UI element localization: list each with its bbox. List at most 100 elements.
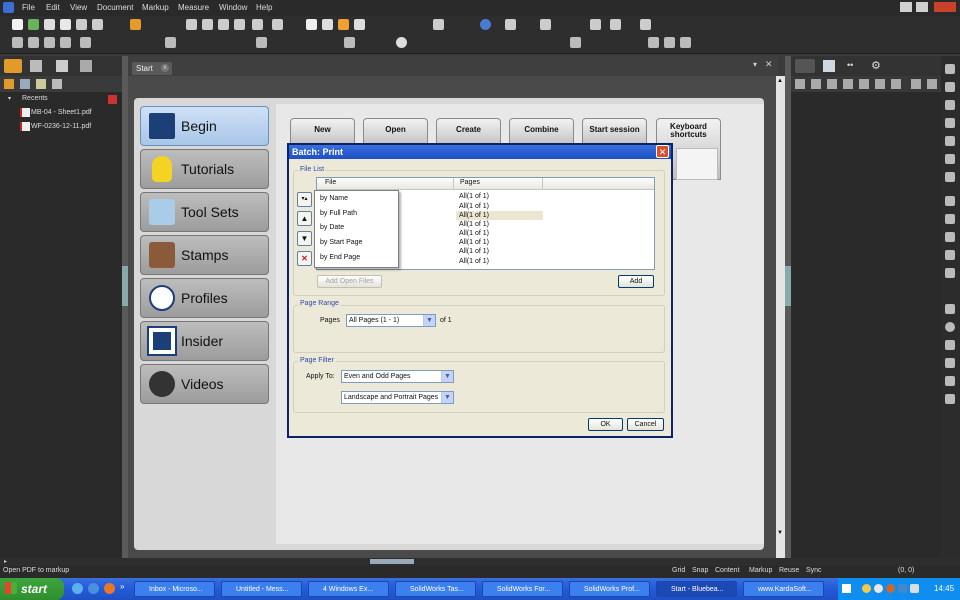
quicklaunch-ie-icon[interactable] xyxy=(72,583,83,594)
pan-hand-icon[interactable] xyxy=(338,19,349,30)
grid-toggle[interactable]: Grid xyxy=(672,567,685,574)
sort-by-start-page[interactable]: by Start Page xyxy=(320,239,362,246)
apply-to-select[interactable]: Even and Odd Pages ▼ xyxy=(341,370,454,383)
recents-header[interactable]: ▾ Recents xyxy=(0,94,122,106)
nav-videos[interactable]: Videos xyxy=(140,364,269,404)
task-button-kardasoft[interactable]: www.KardaSoft... xyxy=(743,581,824,597)
clear-recents-icon[interactable] xyxy=(108,95,117,104)
add-button[interactable]: Add xyxy=(618,275,654,288)
cut-icon[interactable] xyxy=(186,19,197,30)
pages-select[interactable]: All Pages (1 - 1) ▼ xyxy=(346,314,436,327)
text-align-center-icon[interactable] xyxy=(664,37,675,48)
nav-begin[interactable]: Begin xyxy=(140,106,269,146)
tray-icon-3[interactable] xyxy=(886,584,895,593)
undo-icon[interactable] xyxy=(252,19,263,30)
dialog-title-bar[interactable]: Batch: Print xyxy=(289,145,671,159)
list-item[interactable]: All(1 of 1) xyxy=(459,221,489,228)
minimize-button[interactable] xyxy=(900,2,912,12)
add-open-files-button[interactable]: Add Open Files xyxy=(317,275,382,288)
nav-stamps[interactable]: Stamps xyxy=(140,235,269,275)
tray-icon-1[interactable] xyxy=(862,584,871,593)
polygon-tool-icon[interactable] xyxy=(945,340,955,350)
tools-icon[interactable] xyxy=(52,79,62,89)
menu-measure[interactable]: Measure xyxy=(178,3,209,12)
quicklaunch-firefox-icon[interactable] xyxy=(104,583,115,594)
pen-tool-icon[interactable] xyxy=(945,154,955,164)
menu-help[interactable]: Help xyxy=(256,3,272,12)
measure-icon[interactable] xyxy=(505,19,516,30)
snap-toggle[interactable]: Snap xyxy=(692,567,708,574)
list-item[interactable]: All(1 of 1) xyxy=(459,193,489,200)
list-item[interactable]: All(1 of 1) xyxy=(459,239,489,246)
move-up-button[interactable]: ▲ xyxy=(297,211,312,226)
tray-icon-5[interactable] xyxy=(910,584,919,593)
email-icon[interactable] xyxy=(76,19,87,30)
flip-icon[interactable] xyxy=(165,37,176,48)
close-doc-icon[interactable]: ✕ xyxy=(765,59,773,70)
cloud-icon[interactable] xyxy=(610,19,621,30)
dimension-tool-icon[interactable] xyxy=(945,268,955,278)
task-button-bluebeam[interactable]: Start - Bluebea... xyxy=(656,581,737,597)
sort-by-date[interactable]: by Date xyxy=(320,224,344,231)
text-align-right-icon[interactable] xyxy=(680,37,691,48)
menu-markup[interactable]: Markup xyxy=(142,3,169,12)
vertical-scrollbar[interactable]: ▲ ▼ xyxy=(776,76,785,558)
task-button-untitled[interactable]: Untitled - Mess... xyxy=(221,581,302,597)
sort-button[interactable]: ▾▴ xyxy=(297,192,312,207)
task-button-solidworks-forum[interactable]: SolidWorks For... xyxy=(482,581,563,597)
recent-file-1[interactable]: MB-04 - Sheet1.pdf xyxy=(31,109,92,116)
pages-column-header[interactable]: Pages xyxy=(460,179,480,186)
markup-icon[interactable] xyxy=(130,19,141,30)
dropdown-arrow-icon[interactable]: ▼ xyxy=(441,392,453,403)
recent-file-2[interactable]: WF-0236-12-11.pdf xyxy=(31,123,91,130)
text-select-icon[interactable] xyxy=(322,19,333,30)
ok-button[interactable]: OK xyxy=(588,418,623,431)
delete-icon[interactable] xyxy=(234,19,245,30)
distribute-icon[interactable] xyxy=(60,37,71,48)
scroll-up-icon[interactable]: ▲ xyxy=(777,78,783,84)
layers-tab-icon[interactable] xyxy=(80,60,92,72)
text-align-left-icon[interactable] xyxy=(648,37,659,48)
align-right-icon[interactable] xyxy=(44,37,55,48)
scroll-down-icon[interactable]: ▼ xyxy=(777,530,783,536)
stamp-tool-icon[interactable] xyxy=(92,19,103,30)
tool-i-icon[interactable] xyxy=(927,79,937,89)
highlighter-tool-icon[interactable] xyxy=(945,172,955,182)
paste-icon[interactable] xyxy=(218,19,229,30)
favorites-icon[interactable] xyxy=(36,79,46,89)
task-button-windows-explorer[interactable]: 4 Windows Ex... xyxy=(308,581,389,597)
move-down-button[interactable]: ▼ xyxy=(297,231,312,246)
list-item[interactable]: All(1 of 1) xyxy=(459,248,489,255)
tab-close-icon[interactable]: x xyxy=(161,64,169,72)
list-item[interactable]: All(1 of 1) xyxy=(459,212,489,219)
start-button[interactable]: start xyxy=(0,578,64,600)
content-toggle[interactable]: Content xyxy=(715,567,740,574)
dialog-close-button[interactable]: ✕ xyxy=(656,145,669,158)
nav-tool-sets[interactable]: Tool Sets xyxy=(140,192,269,232)
thumbnails-tab-icon[interactable] xyxy=(56,60,68,72)
task-button-solidworks-tasks[interactable]: SolidWorks Tas... xyxy=(395,581,476,597)
tool-e-icon[interactable] xyxy=(859,79,869,89)
tool-c-icon[interactable] xyxy=(827,79,837,89)
menu-window[interactable]: Window xyxy=(219,3,247,12)
menu-edit[interactable]: Edit xyxy=(46,3,60,12)
dropdown-arrow-icon[interactable]: ▼ xyxy=(441,371,453,382)
menu-document[interactable]: Document xyxy=(97,3,133,12)
reuse-toggle[interactable]: Reuse xyxy=(779,567,799,574)
more-tab-icon[interactable]: •• xyxy=(847,60,853,70)
folder-tab-icon[interactable] xyxy=(4,59,22,73)
tool-d-icon[interactable] xyxy=(843,79,853,89)
fill-color-icon[interactable] xyxy=(344,37,355,48)
tool-g-icon[interactable] xyxy=(891,79,901,89)
pencil-tool-icon[interactable] xyxy=(945,136,955,146)
redo-icon[interactable] xyxy=(272,19,283,30)
orientation-select[interactable]: Landscape and Portrait Pages ▼ xyxy=(341,391,454,404)
nav-insider[interactable]: Insider xyxy=(140,321,269,361)
arrow-tool-icon[interactable] xyxy=(945,214,955,224)
line-width-icon[interactable] xyxy=(256,37,267,48)
open-icon[interactable] xyxy=(28,19,39,30)
nav-tutorials[interactable]: Tutorials xyxy=(140,149,269,189)
file-column-header[interactable]: File xyxy=(325,179,336,186)
area-tool-icon[interactable] xyxy=(945,376,955,386)
rectangle-tool-icon[interactable] xyxy=(945,304,955,314)
